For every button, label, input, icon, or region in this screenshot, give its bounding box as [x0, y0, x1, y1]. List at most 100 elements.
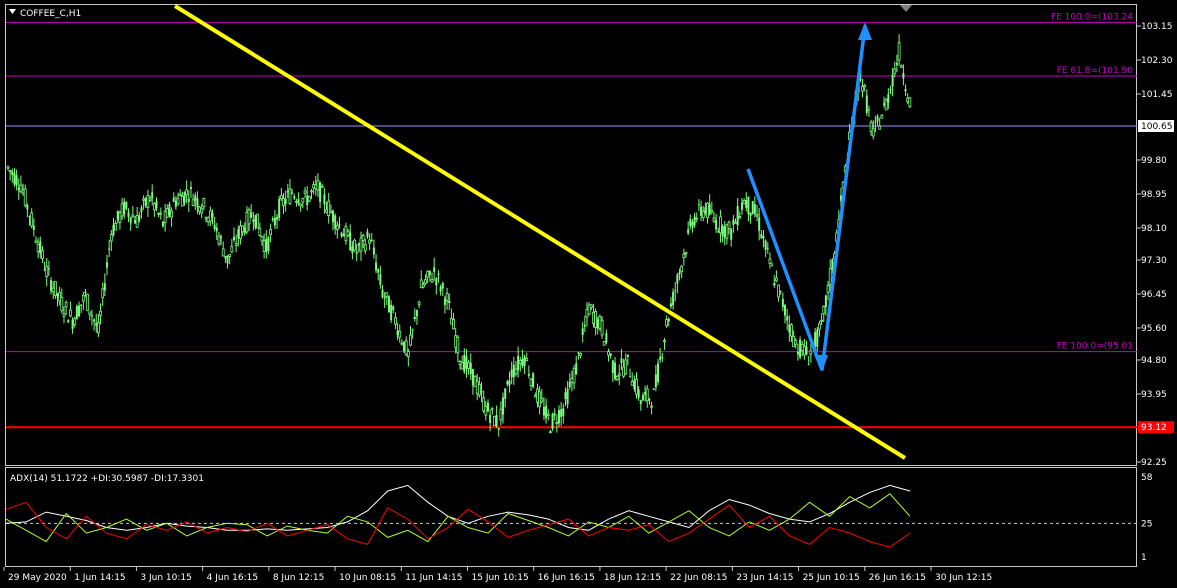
candle-body: [47, 268, 50, 270]
candle-body: [78, 305, 81, 317]
candle-body: [152, 203, 156, 211]
candle-body: [475, 380, 479, 394]
current-price-label: 100.65: [1141, 122, 1173, 132]
candle-body: [383, 296, 386, 299]
candle-body: [375, 262, 378, 271]
time-tick-label: 18 Jun 12:15: [604, 573, 661, 583]
candle-body: [409, 334, 412, 346]
adx-legend: ADX(14) 51.1722 +DI:30.5987 -DI:17.3301: [10, 474, 204, 484]
candle-body: [871, 128, 875, 137]
candle-body: [680, 266, 684, 273]
candle-body: [329, 210, 333, 213]
candle-body: [81, 294, 85, 302]
candle-body: [502, 397, 505, 415]
candle-body: [546, 413, 550, 416]
candle-body: [617, 373, 621, 376]
candle-body: [258, 228, 262, 236]
candle-body: [499, 408, 503, 421]
time-tick-label: 3 Jun 10:15: [140, 573, 191, 583]
fib-level-label: FE 61.8=(101.90: [1057, 66, 1134, 76]
candle-body: [335, 225, 339, 231]
candle-body: [332, 210, 335, 223]
candle-body: [372, 247, 375, 255]
candle-body: [570, 378, 574, 383]
candle-body: [284, 198, 287, 205]
candle-body: [220, 236, 223, 239]
candle-body: [644, 391, 647, 395]
candle-body: [361, 235, 365, 241]
candle-body: [771, 265, 774, 267]
candle-body: [525, 358, 529, 362]
candle-body: [319, 182, 322, 202]
candle-body: [518, 360, 522, 364]
candle-body: [75, 306, 78, 320]
candle-body: [452, 319, 455, 330]
adx-tick-label: 58: [1141, 473, 1153, 483]
candle-body: [279, 195, 283, 200]
candle-body: [323, 194, 326, 205]
candle-body: [697, 204, 700, 206]
candle-body: [883, 103, 886, 106]
candle-body: [174, 200, 177, 207]
candle-body: [861, 86, 864, 92]
candle-body: [818, 323, 821, 330]
candle-body: [897, 42, 901, 61]
price-tick-label: 96.45: [1141, 290, 1167, 300]
candle-body: [602, 341, 606, 346]
candle-body: [786, 316, 789, 321]
candle-body: [161, 221, 164, 227]
candle-body: [239, 225, 242, 239]
candle-body: [657, 363, 660, 382]
candle-body: [669, 303, 672, 307]
candle-body: [727, 221, 731, 229]
candle-body: [510, 369, 513, 378]
candle-body: [562, 408, 565, 416]
candle-body: [390, 304, 393, 321]
candle-body: [742, 200, 746, 205]
candle-body: [426, 270, 430, 278]
candle-body: [86, 293, 90, 311]
candle-body: [299, 203, 303, 207]
candle-body: [484, 405, 488, 416]
symbol-title[interactable]: COFFEE_C,H1: [20, 9, 81, 19]
candle-body: [403, 341, 406, 352]
trading-chart[interactable]: FE 100.0=(103.24 FE 61.8=(101.90 FE 100.0=…: [0, 0, 1177, 588]
candle-body: [163, 211, 167, 223]
candle-body: [629, 376, 632, 378]
candle-body: [187, 198, 190, 202]
candle-body: [596, 319, 599, 329]
candle-body: [506, 381, 509, 385]
candle-body: [60, 297, 64, 312]
candle-body: [532, 373, 535, 387]
candle-body: [555, 421, 559, 424]
candle-body: [663, 340, 666, 342]
candle-body: [90, 315, 93, 317]
candle-body: [265, 239, 268, 252]
candle-body: [148, 198, 152, 201]
candle-body: [482, 397, 486, 412]
candle-body: [30, 212, 34, 227]
candle-body: [125, 202, 128, 209]
candle-body: [363, 244, 367, 252]
candle-body: [291, 192, 294, 194]
candle-body: [301, 198, 305, 203]
candle-body: [708, 204, 711, 215]
candle-body: [351, 246, 354, 254]
candle-body: [15, 175, 18, 186]
candle-body: [112, 224, 115, 235]
price-tick-label: 93.95: [1141, 390, 1167, 400]
candle-body: [579, 353, 582, 357]
candle-body: [114, 223, 118, 231]
candle-body: [237, 229, 240, 239]
candle-body: [715, 220, 718, 230]
candle-body: [508, 380, 511, 386]
time-tick-label: 26 Jun 16:15: [869, 573, 926, 583]
candle-body: [517, 355, 520, 371]
candle-body: [719, 216, 722, 234]
candle-body: [307, 195, 311, 202]
candle-body: [701, 210, 705, 219]
candle-body: [732, 219, 735, 225]
candle-body: [428, 270, 431, 276]
candle-body: [349, 232, 352, 251]
candle-body: [6, 166, 10, 169]
